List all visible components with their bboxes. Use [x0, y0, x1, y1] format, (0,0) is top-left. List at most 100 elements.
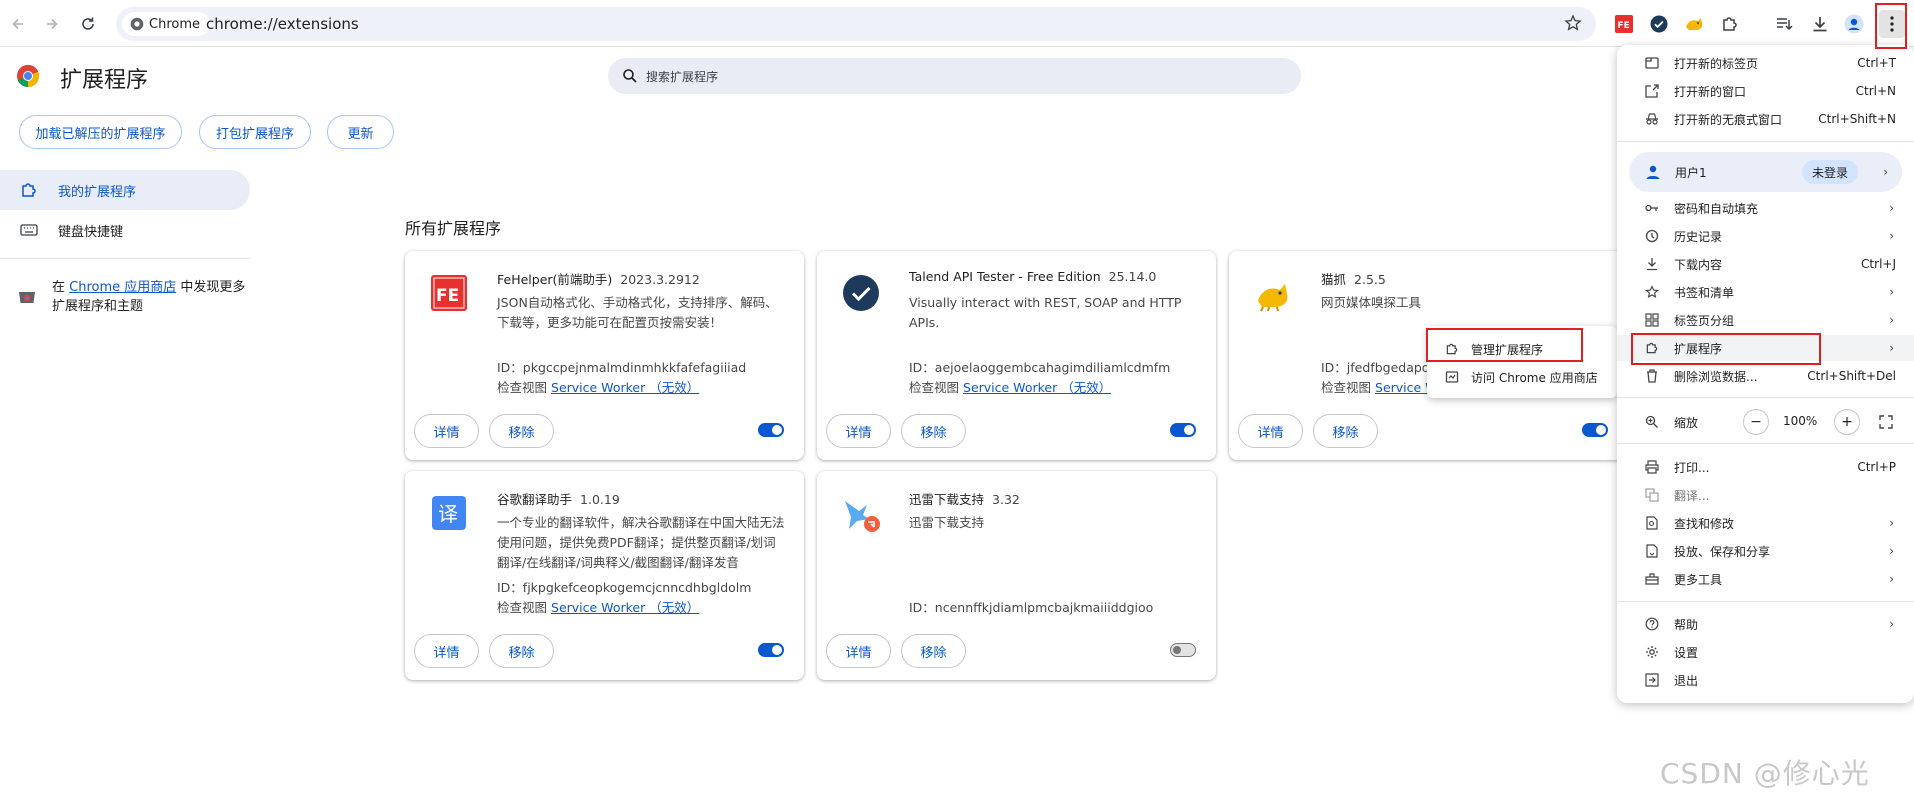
menu-print[interactable]: 打印... Ctrl+P: [1617, 454, 1914, 480]
sidebar-item-my-extensions[interactable]: 我的扩展程序: [0, 170, 250, 210]
remove-button[interactable]: 移除: [489, 634, 554, 668]
menu-exit[interactable]: 退出: [1617, 667, 1914, 693]
chevron-right-icon: ›: [1889, 229, 1894, 243]
extension-name-line: 谷歌翻译助手 1.0.19: [497, 489, 620, 508]
enable-toggle[interactable]: [758, 643, 784, 657]
enable-toggle[interactable]: [758, 423, 784, 437]
menu-tab-groups[interactable]: 标签页分组 ›: [1617, 307, 1914, 333]
keyboard-icon: [20, 223, 48, 237]
menu-incognito[interactable]: 打开新的无痕式窗口 Ctrl+Shift+N: [1617, 106, 1914, 132]
download-icon[interactable]: [1808, 12, 1832, 36]
menu-item-label: 设置: [1674, 645, 1699, 660]
pack-extension-button[interactable]: 打包扩展程序: [199, 115, 311, 149]
menu-translate[interactable]: 翻译...: [1617, 482, 1914, 508]
remove-button[interactable]: 移除: [489, 414, 554, 448]
extensions-puzzle-icon[interactable]: [1718, 12, 1742, 36]
forward-icon[interactable]: [40, 12, 64, 36]
details-button[interactable]: 详情: [1238, 414, 1303, 448]
chevron-right-icon: ›: [1889, 285, 1894, 299]
extension-id: ID：jfedfbgedapd: [1321, 360, 1430, 375]
menu-profile[interactable]: 用户1 未登录 ›: [1629, 152, 1902, 192]
menu-downloads[interactable]: 下载内容 Ctrl+J: [1617, 251, 1914, 277]
profile-avatar-icon[interactable]: [1842, 12, 1866, 36]
talend-toolbar-icon[interactable]: [1647, 12, 1671, 36]
service-worker-link[interactable]: Service Worker （无效）: [963, 380, 1111, 395]
fullscreen-icon[interactable]: [1873, 409, 1899, 435]
menu-history[interactable]: 历史记录 ›: [1617, 223, 1914, 249]
extension-id: ID：aejoelaoggembcahagimdiliamlcdmfm: [909, 360, 1171, 375]
extension-card-thunder: 迅雷下载支持 3.32 迅雷下载支持 ID：ncennffkjdiamlpmcba…: [817, 471, 1216, 680]
talend-check-icon: [841, 273, 881, 313]
menu-new-window[interactable]: 打开新的窗口 Ctrl+N: [1617, 78, 1914, 104]
cat-catch-toolbar-icon[interactable]: [1682, 12, 1706, 36]
menu-item-label: 打开新的无痕式窗口: [1674, 112, 1783, 127]
menu-new-tab[interactable]: 打开新的标签页 Ctrl+T: [1617, 50, 1914, 76]
enable-toggle[interactable]: [1582, 423, 1608, 437]
extension-name-line: 迅雷下载支持 3.32: [909, 489, 1020, 508]
browser-toolbar: Chrome chrome://extensions FE: [0, 0, 1914, 47]
extension-version: 3.32: [992, 492, 1020, 507]
submenu-visit-store[interactable]: 访问 Chrome 应用商店: [1427, 363, 1617, 391]
menu-item-label: 密码和自动填充: [1674, 201, 1759, 216]
menu-find-edit[interactable]: 查找和修改 ›: [1617, 510, 1914, 536]
store-promo-prefix: 在: [52, 280, 66, 295]
menu-passwords[interactable]: 密码和自动填充 ›: [1617, 195, 1914, 221]
details-button[interactable]: 详情: [826, 414, 891, 448]
remove-button[interactable]: 移除: [901, 414, 966, 448]
remove-button[interactable]: 移除: [901, 634, 966, 668]
new-window-icon: [1644, 84, 1660, 98]
update-button[interactable]: 更新: [327, 115, 394, 149]
menu-bookmarks[interactable]: 书签和清单 ›: [1617, 279, 1914, 305]
search-extensions-input[interactable]: 搜索扩展程序: [608, 58, 1301, 94]
url-text[interactable]: chrome://extensions: [206, 15, 359, 33]
submenu-manage-extensions[interactable]: 管理扩展程序: [1427, 335, 1617, 363]
menu-help[interactable]: 帮助 ›: [1617, 611, 1914, 637]
page-title: 扩展程序: [60, 68, 149, 93]
incognito-icon: [1644, 113, 1660, 125]
load-unpacked-button[interactable]: 加载已解压的扩展程序: [19, 115, 182, 149]
enable-toggle[interactable]: [1170, 643, 1196, 657]
reload-icon[interactable]: [76, 12, 100, 36]
sidebar-item-keyboard-shortcuts[interactable]: 键盘快捷键: [0, 210, 250, 250]
menu-item-label: 帮助: [1674, 617, 1699, 632]
extension-version: 2.5.5: [1354, 272, 1386, 287]
menu-shortcut: Ctrl+J: [1861, 257, 1896, 271]
chrome-menu-kebab-icon[interactable]: [1879, 10, 1905, 38]
menu-extensions[interactable]: 扩展程序 ›: [1617, 335, 1914, 361]
chrome-web-store-link[interactable]: Chrome 应用商店: [69, 280, 176, 295]
fehelper-icon: FE: [429, 273, 469, 313]
fehelper-toolbar-icon[interactable]: FE: [1612, 12, 1636, 36]
enable-toggle[interactable]: [1170, 423, 1196, 437]
remove-button[interactable]: 移除: [1313, 414, 1378, 448]
extension-name-line: FeHelper(前端助手) 2023.3.2912: [497, 269, 700, 288]
menu-settings[interactable]: 设置: [1617, 639, 1914, 665]
details-button[interactable]: 详情: [414, 414, 479, 448]
extension-card-talend: Talend API Tester - Free Edition 25.14.0 …: [817, 251, 1216, 460]
zoom-in-button[interactable]: +: [1834, 409, 1860, 435]
service-worker-link[interactable]: Service Worker （无效）: [551, 380, 699, 395]
search-placeholder: 搜索扩展程序: [646, 69, 719, 84]
reading-list-icon[interactable]: [1772, 12, 1796, 36]
chrome-web-store-icon: [18, 288, 36, 316]
extension-puzzle-icon: [1644, 341, 1660, 355]
menu-cast-save-share[interactable]: 投放、保存和分享 ›: [1617, 538, 1914, 564]
menu-shortcut: Ctrl+Shift+N: [1818, 112, 1896, 126]
history-icon: [1644, 229, 1660, 243]
back-icon[interactable]: [6, 12, 30, 36]
details-button[interactable]: 详情: [826, 634, 891, 668]
save-share-icon: [1644, 544, 1660, 558]
menu-clear-data[interactable]: 删除浏览数据... Ctrl+Shift+Del: [1617, 363, 1914, 389]
address-bar[interactable]: Chrome chrome://extensions: [116, 7, 1596, 41]
bookmark-star-icon[interactable]: [1564, 14, 1582, 32]
submenu-item-label: 访问 Chrome 应用商店: [1471, 370, 1598, 385]
site-info-chip[interactable]: Chrome: [122, 12, 210, 36]
zoom-icon: [1644, 415, 1660, 429]
menu-more-tools[interactable]: 更多工具 ›: [1617, 566, 1914, 592]
profile-avatar-icon: [1645, 164, 1661, 180]
details-button[interactable]: 详情: [414, 634, 479, 668]
tab-groups-icon: [1644, 313, 1660, 327]
zoom-out-button[interactable]: −: [1743, 409, 1769, 435]
extension-name: FeHelper(前端助手): [497, 272, 613, 287]
new-tab-icon: [1644, 57, 1660, 69]
service-worker-link[interactable]: Service Worker （无效）: [551, 600, 699, 615]
